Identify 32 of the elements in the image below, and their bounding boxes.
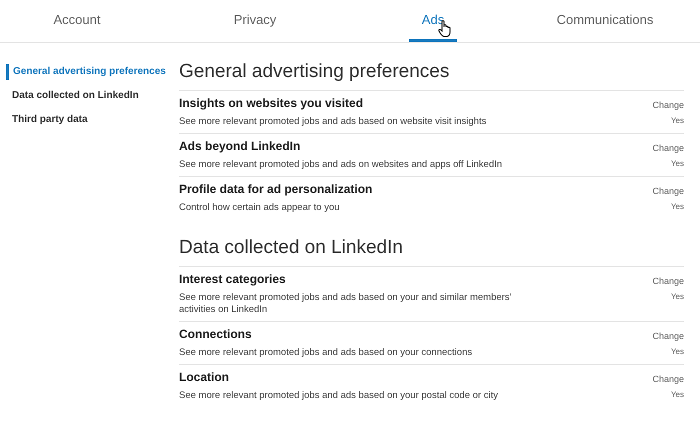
change-link[interactable]: Change: [652, 276, 684, 286]
setting-description: Control how certain ads appear to you: [179, 202, 341, 214]
change-link[interactable]: Change: [652, 100, 684, 110]
sidebar-item[interactable]: Third party data: [0, 112, 171, 128]
setting-value: Yes: [670, 347, 684, 356]
setting-value: Yes: [670, 292, 684, 301]
setting-value: Yes: [670, 116, 684, 125]
setting-title: Location: [179, 370, 230, 385]
setting-description: See more relevant promoted jobs and ads based on your postal code or city: [179, 390, 498, 402]
tab[interactable]: Communications: [556, 0, 654, 42]
setting-title: Insights on websites you visited: [179, 96, 364, 111]
sidebar-item[interactable]: Data collected on LinkedIn: [0, 88, 171, 104]
setting-title: Interest categories: [179, 272, 287, 287]
setting-title: Connections: [179, 327, 253, 342]
setting-description: See more relevant promoted jobs and ads based on website visit insights: [179, 116, 486, 128]
sidebar-item[interactable]: General advertising preferences: [6, 64, 171, 80]
section-heading: Data collected on LinkedIn: [179, 237, 404, 259]
setting-value: Yes: [670, 390, 684, 399]
tab[interactable]: Privacy: [234, 0, 276, 42]
change-link[interactable]: Change: [652, 374, 684, 384]
tab[interactable]: Account: [54, 0, 100, 42]
setting-value: Yes: [670, 202, 684, 211]
change-link[interactable]: Change: [652, 143, 684, 153]
setting-description: See more relevant promoted jobs and ads on websites and apps off LinkedIn: [179, 159, 502, 171]
setting-description: See more relevant promoted jobs and ads based on your connections: [179, 347, 472, 359]
setting-title: Ads beyond LinkedIn: [179, 139, 302, 154]
change-link[interactable]: Change: [652, 331, 684, 341]
section-heading: General advertising preferences: [179, 61, 450, 83]
setting-value: Yes: [670, 159, 684, 168]
setting-description: See more relevant promoted jobs and ads based on your and similar members’ activities on LinkedIn: [179, 292, 512, 316]
change-link[interactable]: Change: [652, 186, 684, 196]
setting-title: Profile data for ad personalization: [179, 182, 372, 197]
